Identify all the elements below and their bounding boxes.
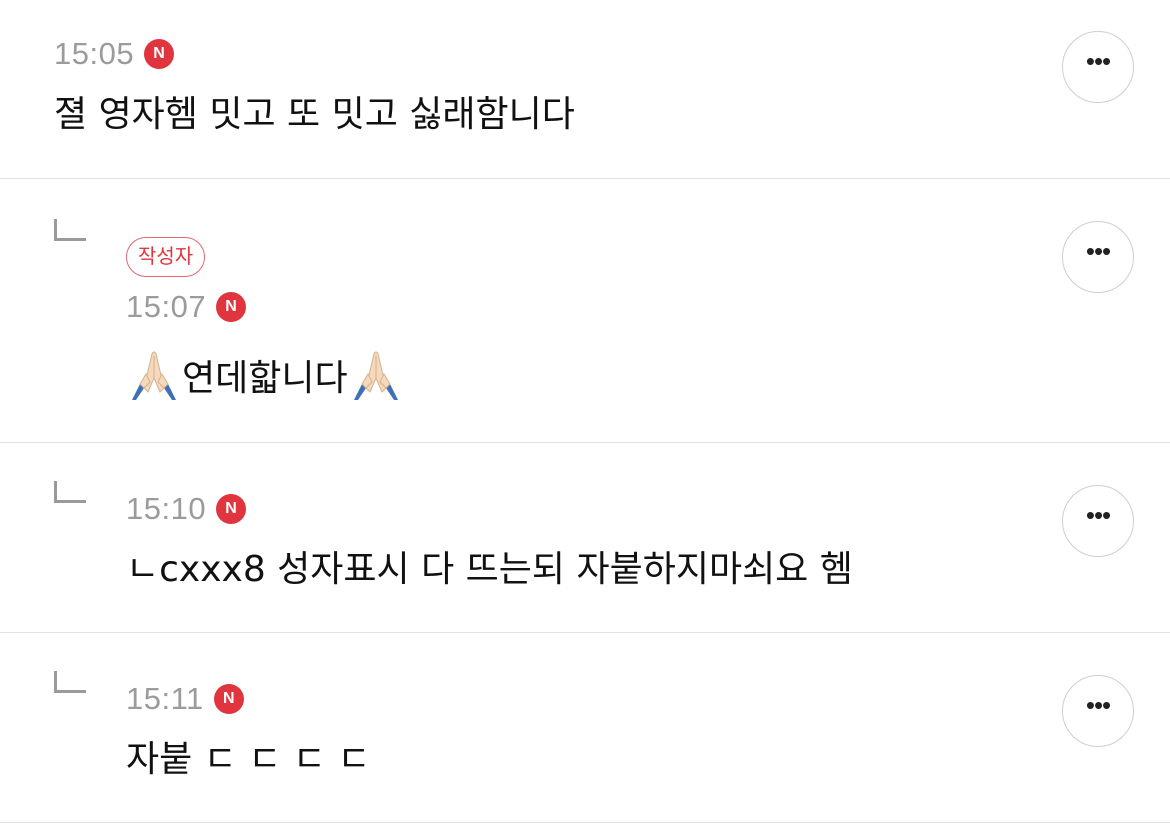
reply-item: 15:11 N 자붙 ㄷ ㄷ ㄷ ㄷ ••• <box>0 633 1170 823</box>
more-options-button[interactable]: ••• <box>1062 485 1134 557</box>
comment-body: 연데핣니다 <box>126 347 404 403</box>
more-icon: ••• <box>1085 46 1111 76</box>
more-options-button[interactable]: ••• <box>1062 31 1134 103</box>
comment-item: 15:05 N 졀 영자헴 밋고 또 밋고 싫래함니다 ••• <box>0 0 1170 179</box>
more-icon: ••• <box>1085 690 1111 720</box>
comment-meta: 15:05 N <box>54 36 175 72</box>
reply-item: 작성자 15:07 N 연데핣니다 ••• <box>0 179 1170 443</box>
new-badge: N <box>216 292 247 322</box>
comment-text: 자붙 ㄷ ㄷ ㄷ ㄷ <box>126 739 371 780</box>
comment-text: 졀 영자헴 밋고 또 밋고 싫래함니다 <box>54 94 575 135</box>
folded-hands-icon <box>126 348 182 402</box>
folded-hands-icon <box>348 348 404 402</box>
reply-arrow-icon <box>54 481 86 503</box>
reply-arrow-icon <box>54 219 86 241</box>
new-badge: N <box>216 494 247 524</box>
new-badge: N <box>144 39 175 69</box>
comment-text: 연데핣니다 <box>182 358 348 399</box>
more-icon: ••• <box>1085 236 1111 266</box>
comment-time: 15:11 <box>126 681 204 716</box>
reply-item: 15:10 N ㄴcxxx8 성자표시 다 뜨는되 자붙하지마쇠요 헴 ••• <box>0 443 1170 633</box>
reply-arrow-icon <box>54 671 86 693</box>
comment-meta: 15:10 N <box>126 491 247 527</box>
comment-meta: 15:07 N <box>126 289 247 325</box>
more-options-button[interactable]: ••• <box>1062 675 1134 747</box>
comment-text: ㄴcxxx8 성자표시 다 뜨는되 자붙하지마쇠요 헴 <box>126 549 853 590</box>
author-badge: 작성자 <box>126 237 206 277</box>
more-options-button[interactable]: ••• <box>1062 221 1134 293</box>
comment-time: 15:07 <box>126 289 207 324</box>
new-badge: N <box>213 684 244 714</box>
comment-time: 15:05 <box>54 36 135 71</box>
comment-meta: 15:11 N <box>126 681 244 717</box>
comment-time: 15:10 <box>126 491 207 526</box>
more-icon: ••• <box>1085 500 1111 530</box>
